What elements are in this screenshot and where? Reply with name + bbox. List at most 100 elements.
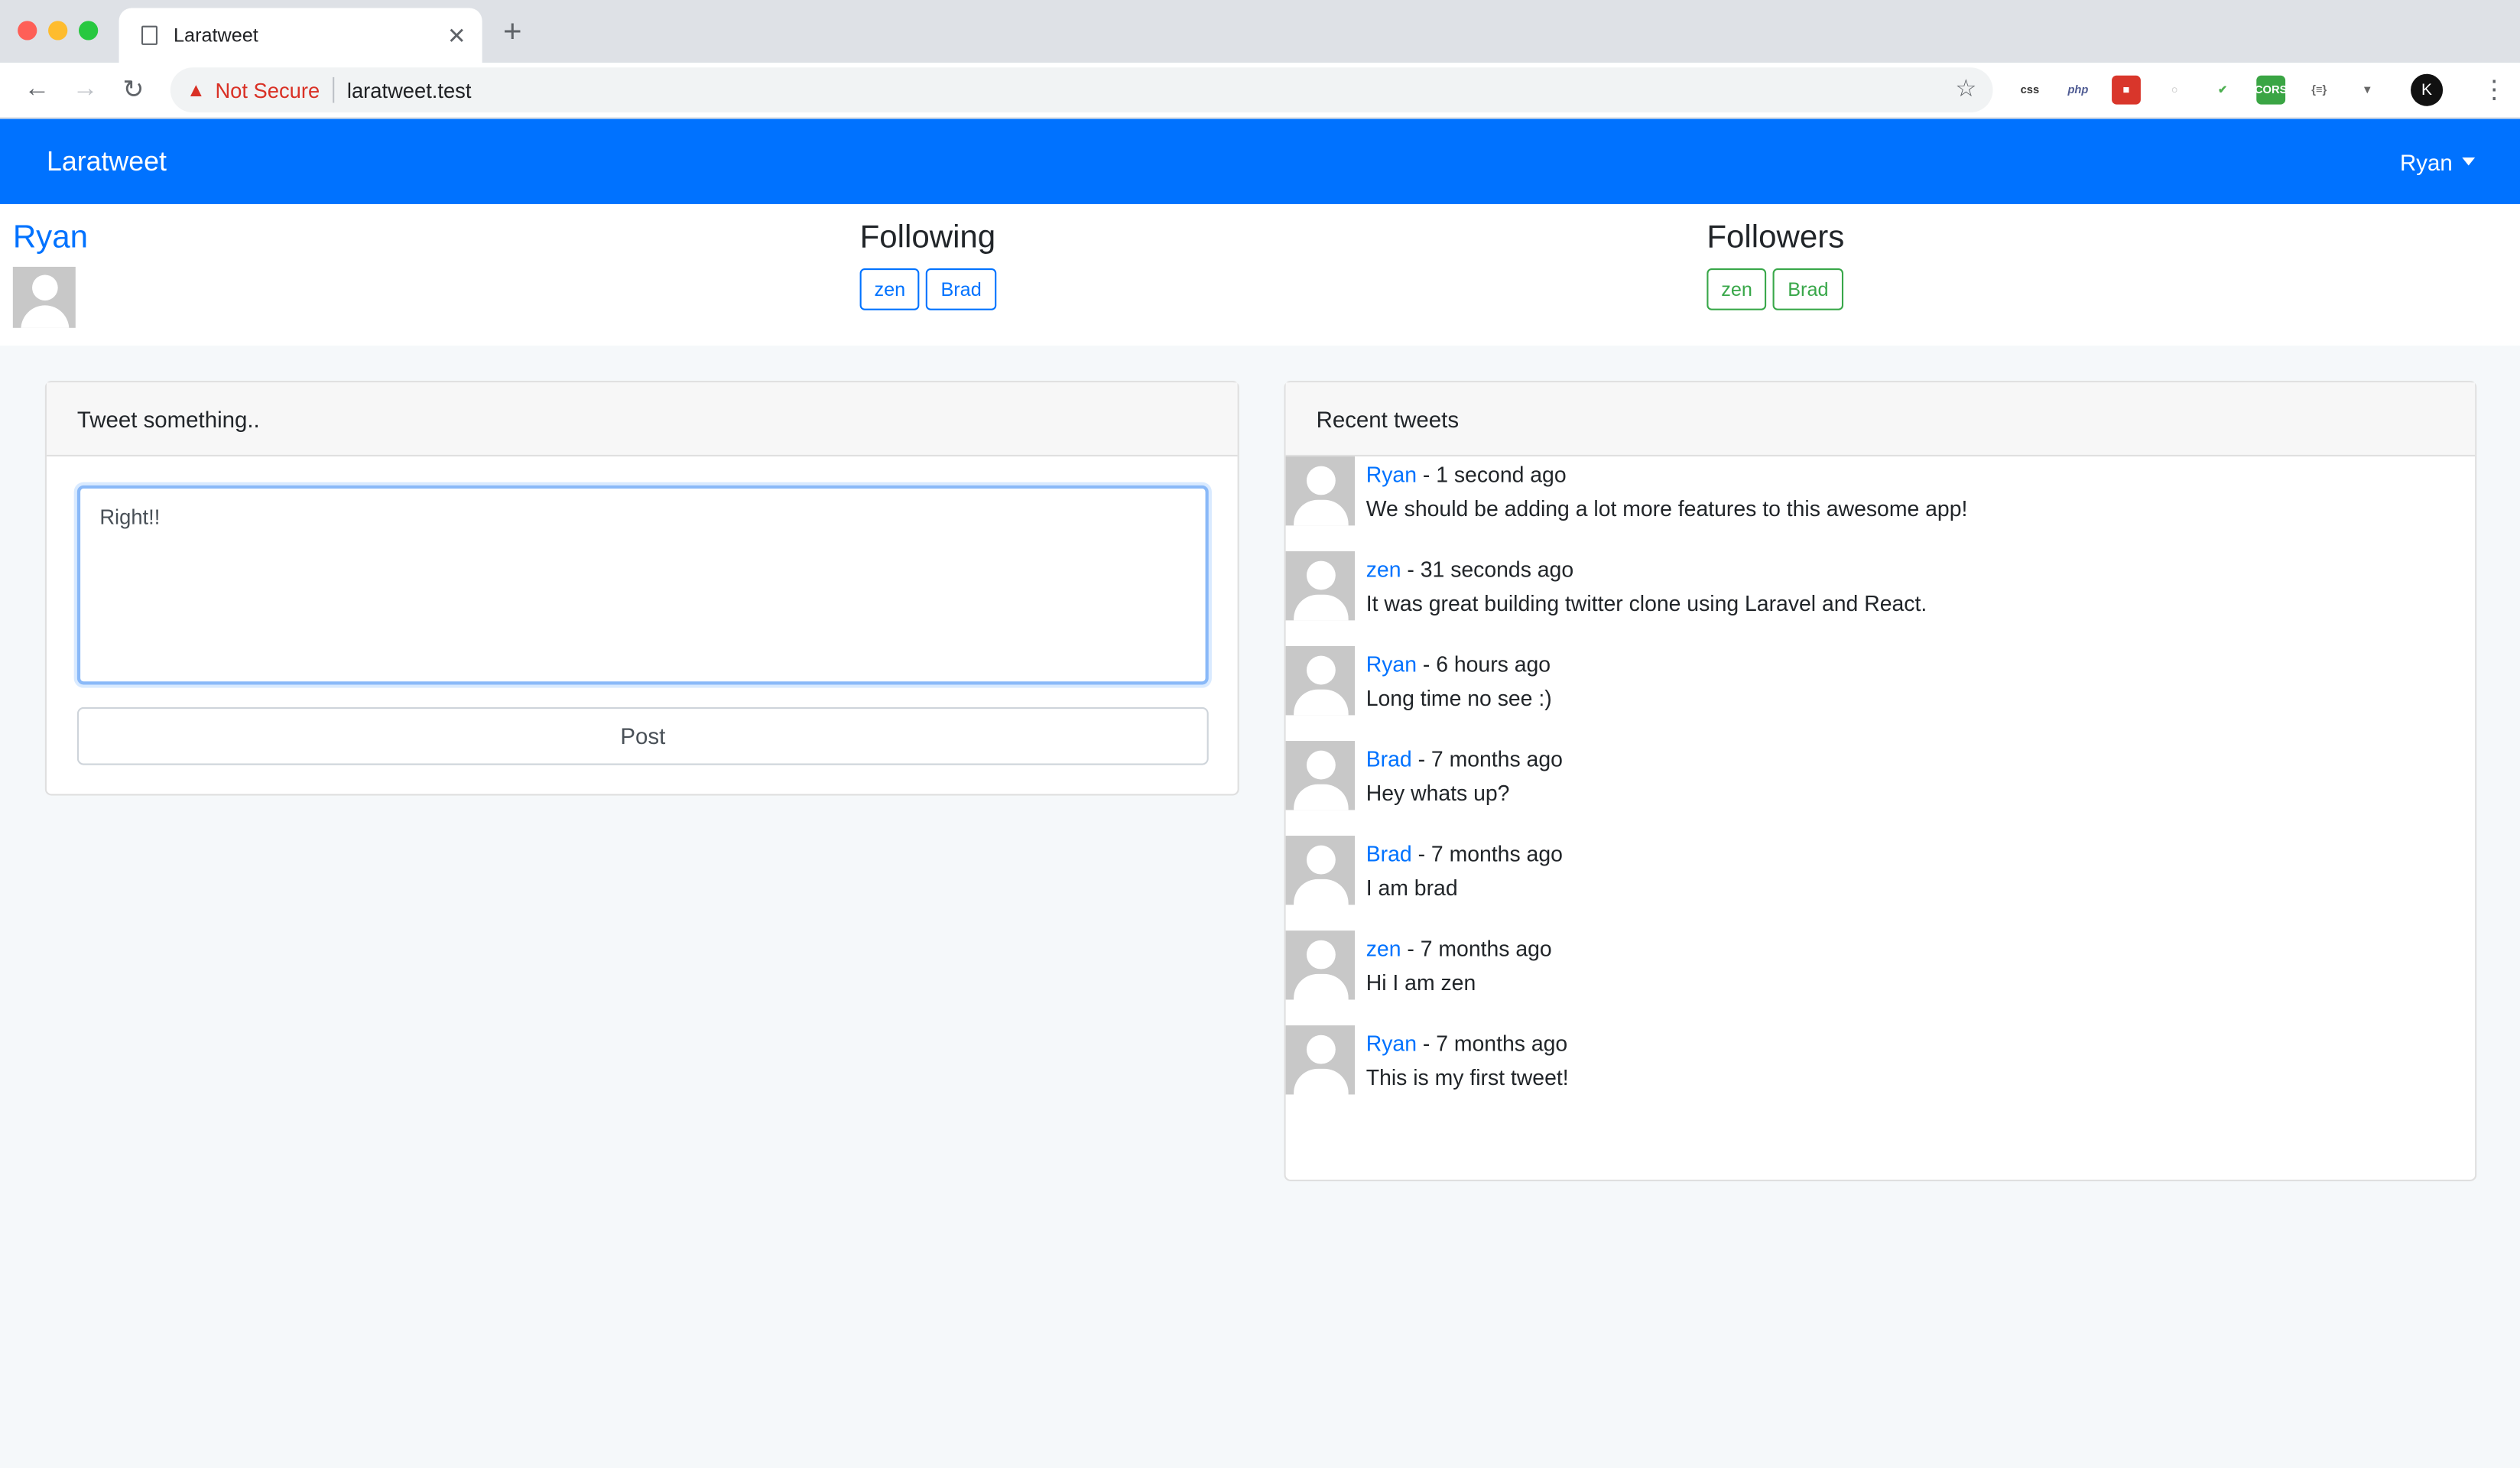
- following-title: Following: [859, 219, 996, 256]
- new-tab-icon[interactable]: +: [503, 15, 522, 51]
- profile-avatar: [12, 266, 76, 328]
- red-extension-icon[interactable]: ■: [2112, 75, 2141, 105]
- tweet-item: Brad - 7 months ago Hey whats up?: [1285, 741, 2476, 836]
- following-chip[interactable]: Brad: [926, 268, 996, 310]
- browser-tab[interactable]: Laratweet ✕: [119, 8, 482, 63]
- profile-name[interactable]: Ryan: [13, 220, 88, 257]
- tweet-item: Ryan - 1 second ago We should be adding …: [1285, 456, 2476, 551]
- post-button[interactable]: Post: [76, 706, 1209, 765]
- tweet-avatar: [1285, 456, 1356, 526]
- security-label[interactable]: Not Secure: [215, 78, 320, 102]
- menu-kebab-icon[interactable]: ⋮: [2482, 74, 2508, 106]
- page: Laratweet ✕ + ← → ↻ ▲ Not Secure laratwe…: [0, 0, 2520, 1468]
- cors-extension-icon[interactable]: CORS: [2255, 75, 2287, 105]
- avatar-head-icon: [31, 274, 57, 301]
- profile-avatar-icon[interactable]: K: [2411, 73, 2444, 106]
- tweet-avatar: [1285, 646, 1356, 716]
- tweet-author[interactable]: Ryan: [1366, 652, 1417, 677]
- tweet-composer-card: Tweet something.. Right!! Post: [44, 381, 1239, 796]
- address-bar[interactable]: ▲ Not Secure laratweet.test ☆: [170, 67, 1993, 113]
- brand-link[interactable]: Laratweet: [47, 145, 167, 177]
- avatar-head-icon: [1305, 940, 1335, 969]
- recent-tweets-card: Recent tweets Ryan - 1 second ago We sho…: [1284, 381, 2477, 1181]
- tweet-meta: Ryan - 6 hours ago: [1366, 652, 1551, 677]
- php-extension-icon[interactable]: php: [2064, 76, 2093, 105]
- following-column: Following zen Brad: [859, 219, 996, 310]
- tweet-body: I am brad: [1366, 875, 1458, 901]
- avatar-head-icon: [1305, 1034, 1335, 1064]
- tweet-content: Ryan - 7 months ago This is my first twe…: [1366, 1025, 1569, 1120]
- bookmark-star-icon[interactable]: ☆: [1955, 74, 1976, 103]
- tweet-author[interactable]: zen: [1366, 937, 1401, 961]
- followers-list: zen Brad: [1707, 268, 1844, 310]
- warning-icon: ▲: [186, 78, 206, 102]
- tweet-content: Ryan - 6 hours ago Long time no see :): [1366, 646, 1552, 741]
- tweet-meta: Brad - 7 months ago: [1366, 842, 1563, 866]
- tweet-content: Brad - 7 months ago I am brad: [1366, 836, 1563, 930]
- maximize-window-icon[interactable]: [78, 21, 99, 41]
- tweet-time: 1 second ago: [1436, 463, 1567, 487]
- close-window-icon[interactable]: [18, 21, 37, 41]
- feed-header: Recent tweets: [1285, 382, 2476, 456]
- browser-toolbar: ← → ↻ ▲ Not Secure laratweet.test ☆ css …: [0, 62, 2520, 119]
- composer-header: Tweet something..: [46, 382, 1238, 456]
- avatar-body-icon: [1293, 879, 1348, 905]
- reload-icon[interactable]: ↻: [109, 74, 158, 106]
- tweet-meta: Ryan - 1 second ago: [1366, 463, 1567, 487]
- profile-column: Ryan: [12, 220, 88, 328]
- tweet-body: Hi I am zen: [1366, 970, 1476, 995]
- follower-chip[interactable]: Brad: [1773, 268, 1843, 310]
- close-tab-icon[interactable]: ✕: [447, 21, 466, 49]
- avatar-body-icon: [1293, 784, 1348, 810]
- tweet-input[interactable]: Right!!: [76, 485, 1209, 685]
- follower-chip[interactable]: zen: [1707, 268, 1767, 310]
- avatar-body-icon: [1293, 973, 1348, 1000]
- tab-title: Laratweet: [174, 24, 258, 47]
- following-chip[interactable]: zen: [859, 268, 921, 310]
- followers-column: Followers zen Brad: [1707, 220, 1844, 310]
- forward-icon[interactable]: →: [61, 76, 109, 105]
- app-navbar: Laratweet Ryan: [0, 119, 2520, 204]
- tweet-time: 7 months ago: [1430, 842, 1563, 866]
- vue-extension-icon[interactable]: ▼: [2353, 76, 2382, 105]
- json-extension-icon[interactable]: {≡}: [2304, 76, 2333, 105]
- circle-extension-icon[interactable]: ○: [2160, 76, 2189, 105]
- tweet-avatar: [1285, 550, 1356, 621]
- tweet-item: Ryan - 6 hours ago Long time no see :): [1285, 646, 2476, 741]
- css-extension-icon[interactable]: css: [2015, 76, 2044, 105]
- translate-extension-icon[interactable]: ✔: [2208, 76, 2237, 105]
- address-separator: [332, 76, 335, 103]
- tweet-time: 7 months ago: [1420, 937, 1552, 962]
- avatar-body-icon: [1293, 1068, 1348, 1095]
- caret-down-icon: [2462, 157, 2476, 166]
- avatar-body-icon: [1293, 689, 1348, 716]
- avatar-body-icon: [1293, 594, 1348, 621]
- tweet-list: Ryan - 1 second ago We should be adding …: [1285, 456, 2476, 1120]
- avatar-head-icon: [1305, 750, 1335, 780]
- followers-title: Followers: [1707, 219, 1845, 256]
- tweet-body: Long time no see :): [1366, 686, 1552, 711]
- url-text[interactable]: laratweet.test: [347, 78, 472, 102]
- tweet-avatar: [1285, 1025, 1356, 1095]
- back-icon[interactable]: ←: [13, 76, 61, 105]
- tweet-content: Ryan - 1 second ago We should be adding …: [1366, 456, 1968, 551]
- tweet-body: This is my first tweet!: [1366, 1065, 1569, 1090]
- tweet-content: zen - 31 seconds ago It was great buildi…: [1366, 551, 1927, 646]
- user-name: Ryan: [2400, 148, 2453, 175]
- tweet-author[interactable]: Brad: [1366, 842, 1412, 866]
- user-dropdown[interactable]: Ryan: [2400, 148, 2476, 175]
- minimize-window-icon[interactable]: [48, 21, 68, 41]
- tweet-meta: zen - 7 months ago: [1366, 937, 1552, 962]
- tweet-author[interactable]: Ryan: [1366, 1032, 1417, 1057]
- tweet-author[interactable]: zen: [1366, 557, 1401, 582]
- avatar-head-icon: [1305, 560, 1335, 590]
- avatar-body-icon: [20, 305, 69, 328]
- tweet-author[interactable]: Brad: [1366, 747, 1412, 771]
- tweet-time: 7 months ago: [1430, 747, 1563, 771]
- tweet-author[interactable]: Ryan: [1366, 463, 1417, 487]
- page-icon: [141, 25, 158, 45]
- tweet-item: zen - 7 months ago Hi I am zen: [1285, 930, 2476, 1025]
- tweet-body: It was great building twitter clone usin…: [1366, 591, 1927, 616]
- window-controls: [18, 21, 99, 41]
- browser-tabstrip: Laratweet ✕ +: [0, 0, 2520, 63]
